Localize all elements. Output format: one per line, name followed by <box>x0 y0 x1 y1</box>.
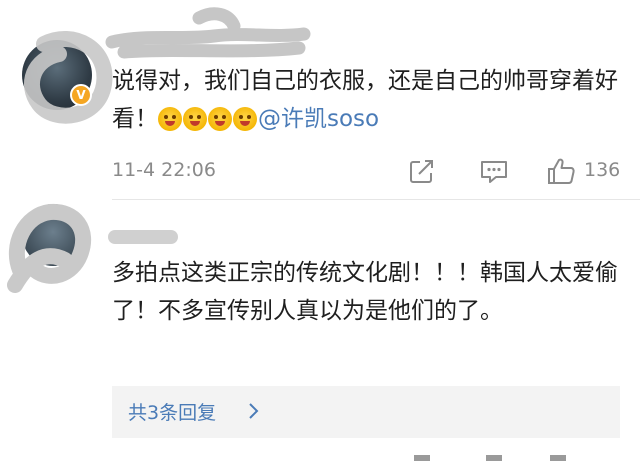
next-row-icons-partial <box>414 455 566 461</box>
verified-badge-icon: V <box>70 84 92 106</box>
comment-item: V 说得对，我们自己的衣服，还是自己的帅哥穿着好看！ @许凯soso 11-4 2… <box>0 0 640 200</box>
thumbs-up-icon[interactable] <box>546 156 576 186</box>
comment-meta-row: 11-4 22:06 136 <box>112 155 622 189</box>
laughing-face-emoji-icon <box>208 107 232 131</box>
view-replies-link[interactable]: 共3条回复 <box>128 398 216 425</box>
replies-box[interactable]: 共3条回复 <box>112 386 620 438</box>
comment-body: 多拍点这类正宗的传统文化剧！！！韩国人太爱偷了！不多宣传别人真以为是他们的了。 <box>112 260 618 324</box>
laughing-face-emoji-icon <box>233 107 257 131</box>
timestamp: 11-4 22:06 <box>112 159 216 181</box>
chevron-right-icon <box>249 403 259 419</box>
comment-text: 说得对，我们自己的衣服，还是自己的帅哥穿着好看！ @许凯soso <box>112 62 622 143</box>
comment-icon[interactable] <box>479 158 509 186</box>
user-mention-link[interactable]: @许凯soso <box>258 106 379 132</box>
emoji-group <box>158 105 258 143</box>
comment-text: 多拍点这类正宗的传统文化剧！！！韩国人太爱偷了！不多宣传别人真以为是他们的了。 <box>112 254 622 330</box>
share-icon[interactable] <box>408 158 436 186</box>
comment-item: 多拍点这类正宗的传统文化剧！！！韩国人太爱偷了！不多宣传别人真以为是他们的了。 … <box>0 200 640 461</box>
laughing-face-emoji-icon <box>158 107 182 131</box>
username-redaction-scribble <box>105 7 311 59</box>
username-redacted <box>108 230 178 244</box>
avatar[interactable] <box>22 204 84 266</box>
like-count: 136 <box>584 159 621 181</box>
laughing-face-emoji-icon <box>183 107 207 131</box>
